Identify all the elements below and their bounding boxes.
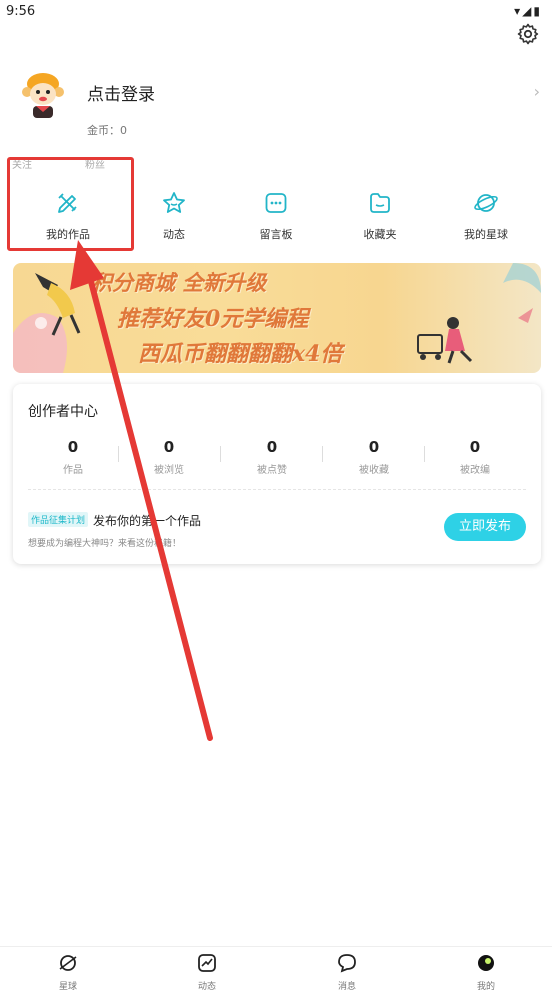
quick-action-favorites[interactable]: 收藏夹 (325, 190, 435, 242)
coins-count: 金币：0 (87, 124, 127, 137)
highlight-box (7, 157, 134, 251)
avatar[interactable] (16, 66, 70, 120)
banner-line-3: 西瓜币翻翻翻翻x4倍 (138, 341, 343, 367)
planet-nav-icon (59, 955, 77, 971)
stat-favorites[interactable]: 0 被收藏 (324, 438, 424, 476)
publish-now-button[interactable]: 立即发布 (444, 513, 526, 541)
stat-label: 作品 (63, 465, 83, 476)
stat-views[interactable]: 0 被浏览 (119, 438, 219, 476)
campaign-tag: 作品征集计划 (28, 512, 89, 527)
creator-center-title: 创作者中心 (28, 404, 98, 420)
message-icon (265, 193, 287, 213)
divider (322, 446, 323, 462)
stat-value: 0 (266, 438, 278, 456)
quick-action-feed[interactable]: 动态 (119, 190, 229, 242)
nav-label: 星球 (58, 982, 77, 992)
banner-line-1: 积分商城 全新升级 (91, 270, 267, 295)
stat-remixes[interactable]: 0 被改编 (425, 438, 525, 476)
nav-label: 动态 (197, 982, 216, 992)
nav-messages[interactable]: 消息 (307, 953, 387, 992)
stat-label: 被点赞 (257, 465, 287, 476)
status-time: 9:56 (6, 4, 36, 19)
quick-action-label: 留言板 (259, 228, 293, 241)
settings-gear-icon[interactable] (516, 22, 540, 46)
dashed-divider (28, 489, 526, 490)
quick-action-message-board[interactable]: 留言板 (221, 190, 331, 242)
stat-value: 0 (469, 438, 481, 456)
stat-likes[interactable]: 0 被点赞 (222, 438, 322, 476)
publish-subtitle: 想要成为编程大神吗？来看这份秘籍！ (28, 539, 182, 549)
trend-nav-icon (198, 954, 216, 972)
quick-action-label: 收藏夹 (363, 228, 397, 241)
stat-value: 0 (67, 438, 79, 456)
status-icons: ▾◢▮ (514, 4, 542, 18)
nav-feed[interactable]: 动态 (167, 953, 247, 992)
planet-icon (474, 194, 498, 212)
login-link[interactable]: 点击登录 (87, 80, 155, 105)
star-icon (163, 192, 185, 213)
publish-title: 发布你的第一个作品 (93, 514, 202, 528)
chevron-right-icon[interactable]: › (534, 82, 540, 101)
banner-line-2: 推荐好友0元学编程 (117, 306, 309, 332)
bottom-nav: 星球 动态 消息 我的 (0, 946, 552, 992)
me-nav-icon (478, 955, 494, 971)
stat-value: 0 (368, 438, 380, 456)
divider (220, 446, 221, 462)
stat-label: 被收藏 (359, 465, 389, 476)
stat-label: 被改编 (460, 465, 490, 476)
nav-label: 我的 (476, 982, 495, 992)
folder-icon (370, 193, 390, 213)
promo-banner[interactable]: 积分商城 全新升级 推荐好友0元学编程 西瓜币翻翻翻翻x4倍 (13, 263, 541, 373)
stat-works[interactable]: 0 作品 (23, 438, 123, 476)
nav-label: 消息 (337, 982, 356, 992)
quick-action-label: 我的星球 (464, 228, 508, 241)
chat-nav-icon (338, 954, 356, 973)
stat-label: 被浏览 (154, 465, 184, 476)
nav-me[interactable]: 我的 (446, 953, 526, 992)
quick-action-my-planet[interactable]: 我的星球 (431, 190, 541, 242)
nav-planet[interactable]: 星球 (28, 953, 108, 992)
creator-center-card: 创作者中心 0 作品 0 被浏览 0 被点赞 0 被收藏 0 被改编 作品征集计… (13, 384, 541, 564)
stat-value: 0 (163, 438, 175, 456)
quick-action-label: 动态 (163, 228, 185, 241)
